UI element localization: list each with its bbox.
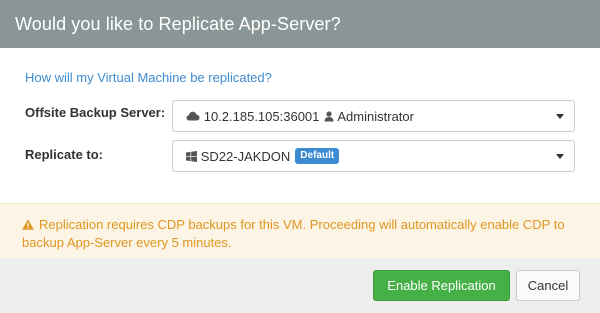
replicate-to-row: Replicate to: SD22-JAKDON Default [25, 140, 575, 172]
user-icon [324, 110, 334, 122]
replication-help-link[interactable]: How will my Virtual Machine be replicate… [25, 70, 575, 85]
warning-icon [22, 219, 34, 230]
offsite-server-label: Offsite Backup Server: [25, 105, 166, 120]
offsite-server-select[interactable]: 10.2.185.105:36001 Administrator [171, 100, 575, 132]
replicate-to-select[interactable]: SD22-JAKDON Default [171, 140, 575, 172]
windows-icon [185, 150, 197, 162]
dialog-footer: Enable Replication Cancel [0, 258, 600, 313]
replicate-to-label: Replicate to: [25, 147, 104, 162]
offsite-server-user: Administrator [337, 108, 414, 124]
chevron-down-icon [556, 154, 564, 159]
chevron-down-icon [556, 114, 564, 119]
cdp-warning-alert: Replication requires CDP backups for thi… [0, 203, 600, 258]
dialog-title: Would you like to Replicate App-Server? [15, 13, 341, 34]
replicate-dialog: Would you like to Replicate App-Server? … [0, 0, 600, 313]
dialog-body: How will my Virtual Machine be replicate… [0, 48, 600, 172]
offsite-server-row: Offsite Backup Server: 10.2.185.105:3600… [25, 100, 575, 132]
cdp-warning-text: Replication requires CDP backups for thi… [22, 217, 565, 250]
dialog-header: Would you like to Replicate App-Server? [0, 0, 600, 48]
default-badge: Default [295, 148, 340, 164]
cancel-button[interactable]: Cancel [516, 270, 580, 301]
offsite-server-value: 10.2.185.105:36001 [203, 108, 320, 124]
enable-replication-button[interactable]: Enable Replication [373, 270, 510, 301]
cloud-icon [186, 111, 200, 121]
replicate-to-value: SD22-JAKDON [200, 148, 291, 164]
